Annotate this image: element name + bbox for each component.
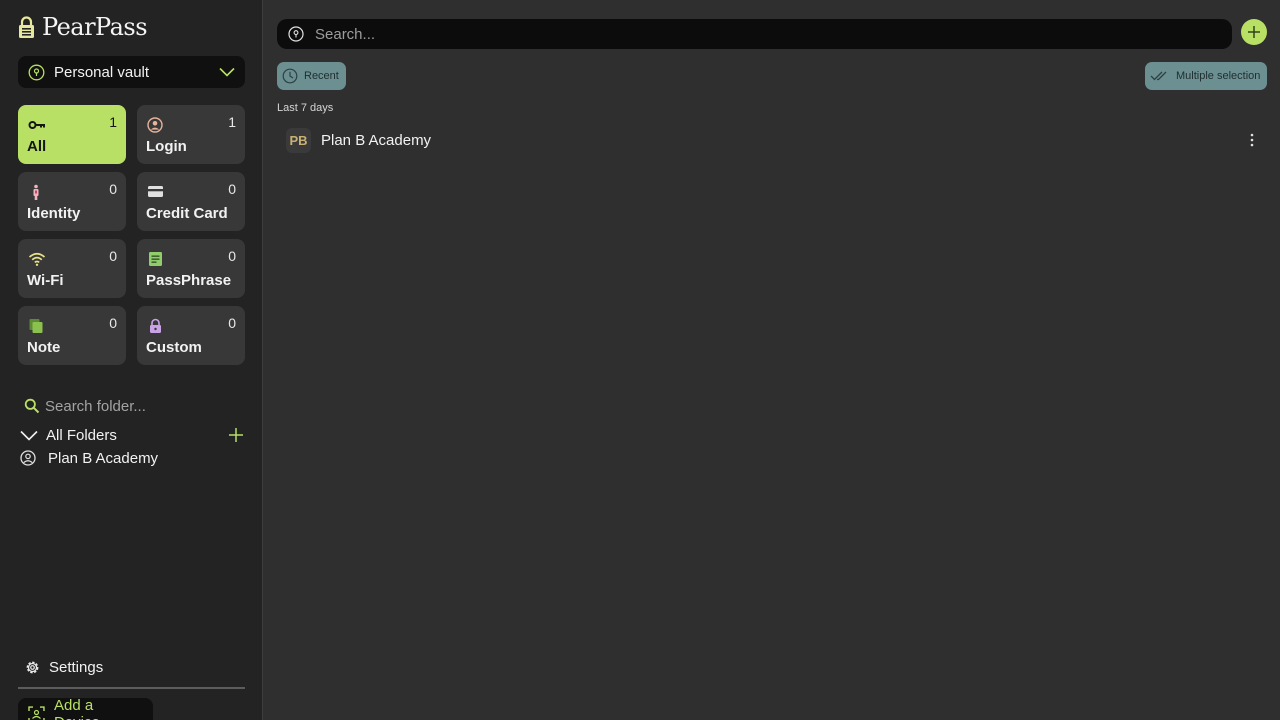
user-circle-icon: [20, 450, 36, 466]
chevron-down-icon: [20, 430, 38, 441]
item-title: Plan B Academy: [321, 131, 432, 149]
category-custom[interactable]: 0 Custom: [137, 306, 245, 365]
folder-item-label: Plan B Academy: [48, 449, 159, 467]
wifi-icon: [28, 252, 46, 266]
section-heading: Last 7 days: [277, 102, 334, 114]
category-count: 0: [109, 248, 117, 264]
multiple-selection-button[interactable]: Multiple selection: [1145, 62, 1267, 90]
key-icon: [28, 121, 45, 129]
device-scan-icon: [28, 705, 45, 720]
vault-name: Personal vault: [54, 63, 150, 81]
add-item-button[interactable]: [1241, 19, 1267, 45]
category-label: Identity: [27, 205, 81, 222]
all-folders-label: All Folders: [46, 426, 117, 444]
category-count: 1: [228, 114, 236, 130]
all-folders-row[interactable]: All Folders: [20, 425, 244, 445]
category-count: 0: [228, 315, 236, 331]
category-wifi[interactable]: 0 Wi-Fi: [18, 239, 126, 298]
category-login[interactable]: 1 Login: [137, 105, 245, 164]
category-passphrase[interactable]: 0 PassPhrase: [137, 239, 245, 298]
settings-link[interactable]: Settings: [24, 657, 103, 677]
search-input[interactable]: [315, 25, 1195, 43]
more-vertical-icon: [1250, 133, 1254, 147]
credit-card-icon: [148, 186, 163, 197]
category-label: Note: [27, 339, 61, 356]
search-icon: [24, 398, 40, 414]
add-device-button[interactable]: Add a Device: [18, 697, 153, 720]
search-vault-icon: [288, 26, 304, 42]
category-identity[interactable]: 0 Identity: [18, 172, 126, 231]
app-name: PearPass: [42, 13, 148, 41]
sidebar: PearPass Personal vault 1 All 1 Login 0 …: [0, 0, 263, 720]
folder-item[interactable]: Plan B Academy: [20, 448, 158, 468]
id-badge-icon: [33, 184, 39, 200]
category-label: Custom: [146, 339, 202, 356]
padlock-logo-icon: [19, 16, 34, 38]
category-count: 0: [109, 315, 117, 331]
gear-icon: [26, 661, 39, 673]
multiple-selection-label: Multiple selection: [1176, 70, 1261, 82]
category-all[interactable]: 1 All: [18, 105, 126, 164]
category-count: 0: [109, 181, 117, 197]
recent-filter-button[interactable]: Recent: [277, 62, 346, 90]
app-logo: PearPass: [18, 12, 148, 42]
category-count: 0: [228, 248, 236, 264]
category-label: Credit Card: [146, 205, 228, 222]
more-options-button[interactable]: [1242, 128, 1262, 152]
recent-label: Recent: [304, 70, 339, 82]
document-icon: [149, 252, 162, 266]
folder-search: [24, 394, 244, 418]
lock-icon: [150, 318, 161, 333]
category-count: 0: [228, 181, 236, 197]
note-icon: [29, 319, 43, 333]
settings-label: Settings: [49, 658, 104, 676]
double-check-icon: [1150, 71, 1167, 81]
category-count: 1: [109, 114, 117, 130]
plus-icon: [1248, 26, 1260, 38]
search-bar: [277, 19, 1232, 49]
chevron-down-icon: [219, 67, 235, 77]
category-label: Wi-Fi: [27, 272, 64, 289]
category-label: PassPhrase: [146, 272, 232, 289]
user-circle-icon: [147, 117, 163, 133]
clock-icon: [282, 68, 298, 84]
category-label: Login: [146, 138, 187, 155]
item-avatar: PB: [286, 127, 311, 153]
sidebar-divider: [18, 687, 245, 689]
category-label: All: [27, 138, 47, 155]
category-credit-card[interactable]: 0 Credit Card: [137, 172, 245, 231]
vault-dropdown[interactable]: Personal vault: [18, 56, 245, 88]
add-folder-button[interactable]: [228, 427, 244, 443]
folder-search-input[interactable]: [45, 397, 235, 415]
add-device-label: Add a Device: [53, 697, 100, 720]
vault-icon: [28, 64, 45, 80]
category-note[interactable]: 0 Note: [18, 306, 126, 365]
list-item[interactable]: PB Plan B Academy: [286, 127, 1262, 153]
